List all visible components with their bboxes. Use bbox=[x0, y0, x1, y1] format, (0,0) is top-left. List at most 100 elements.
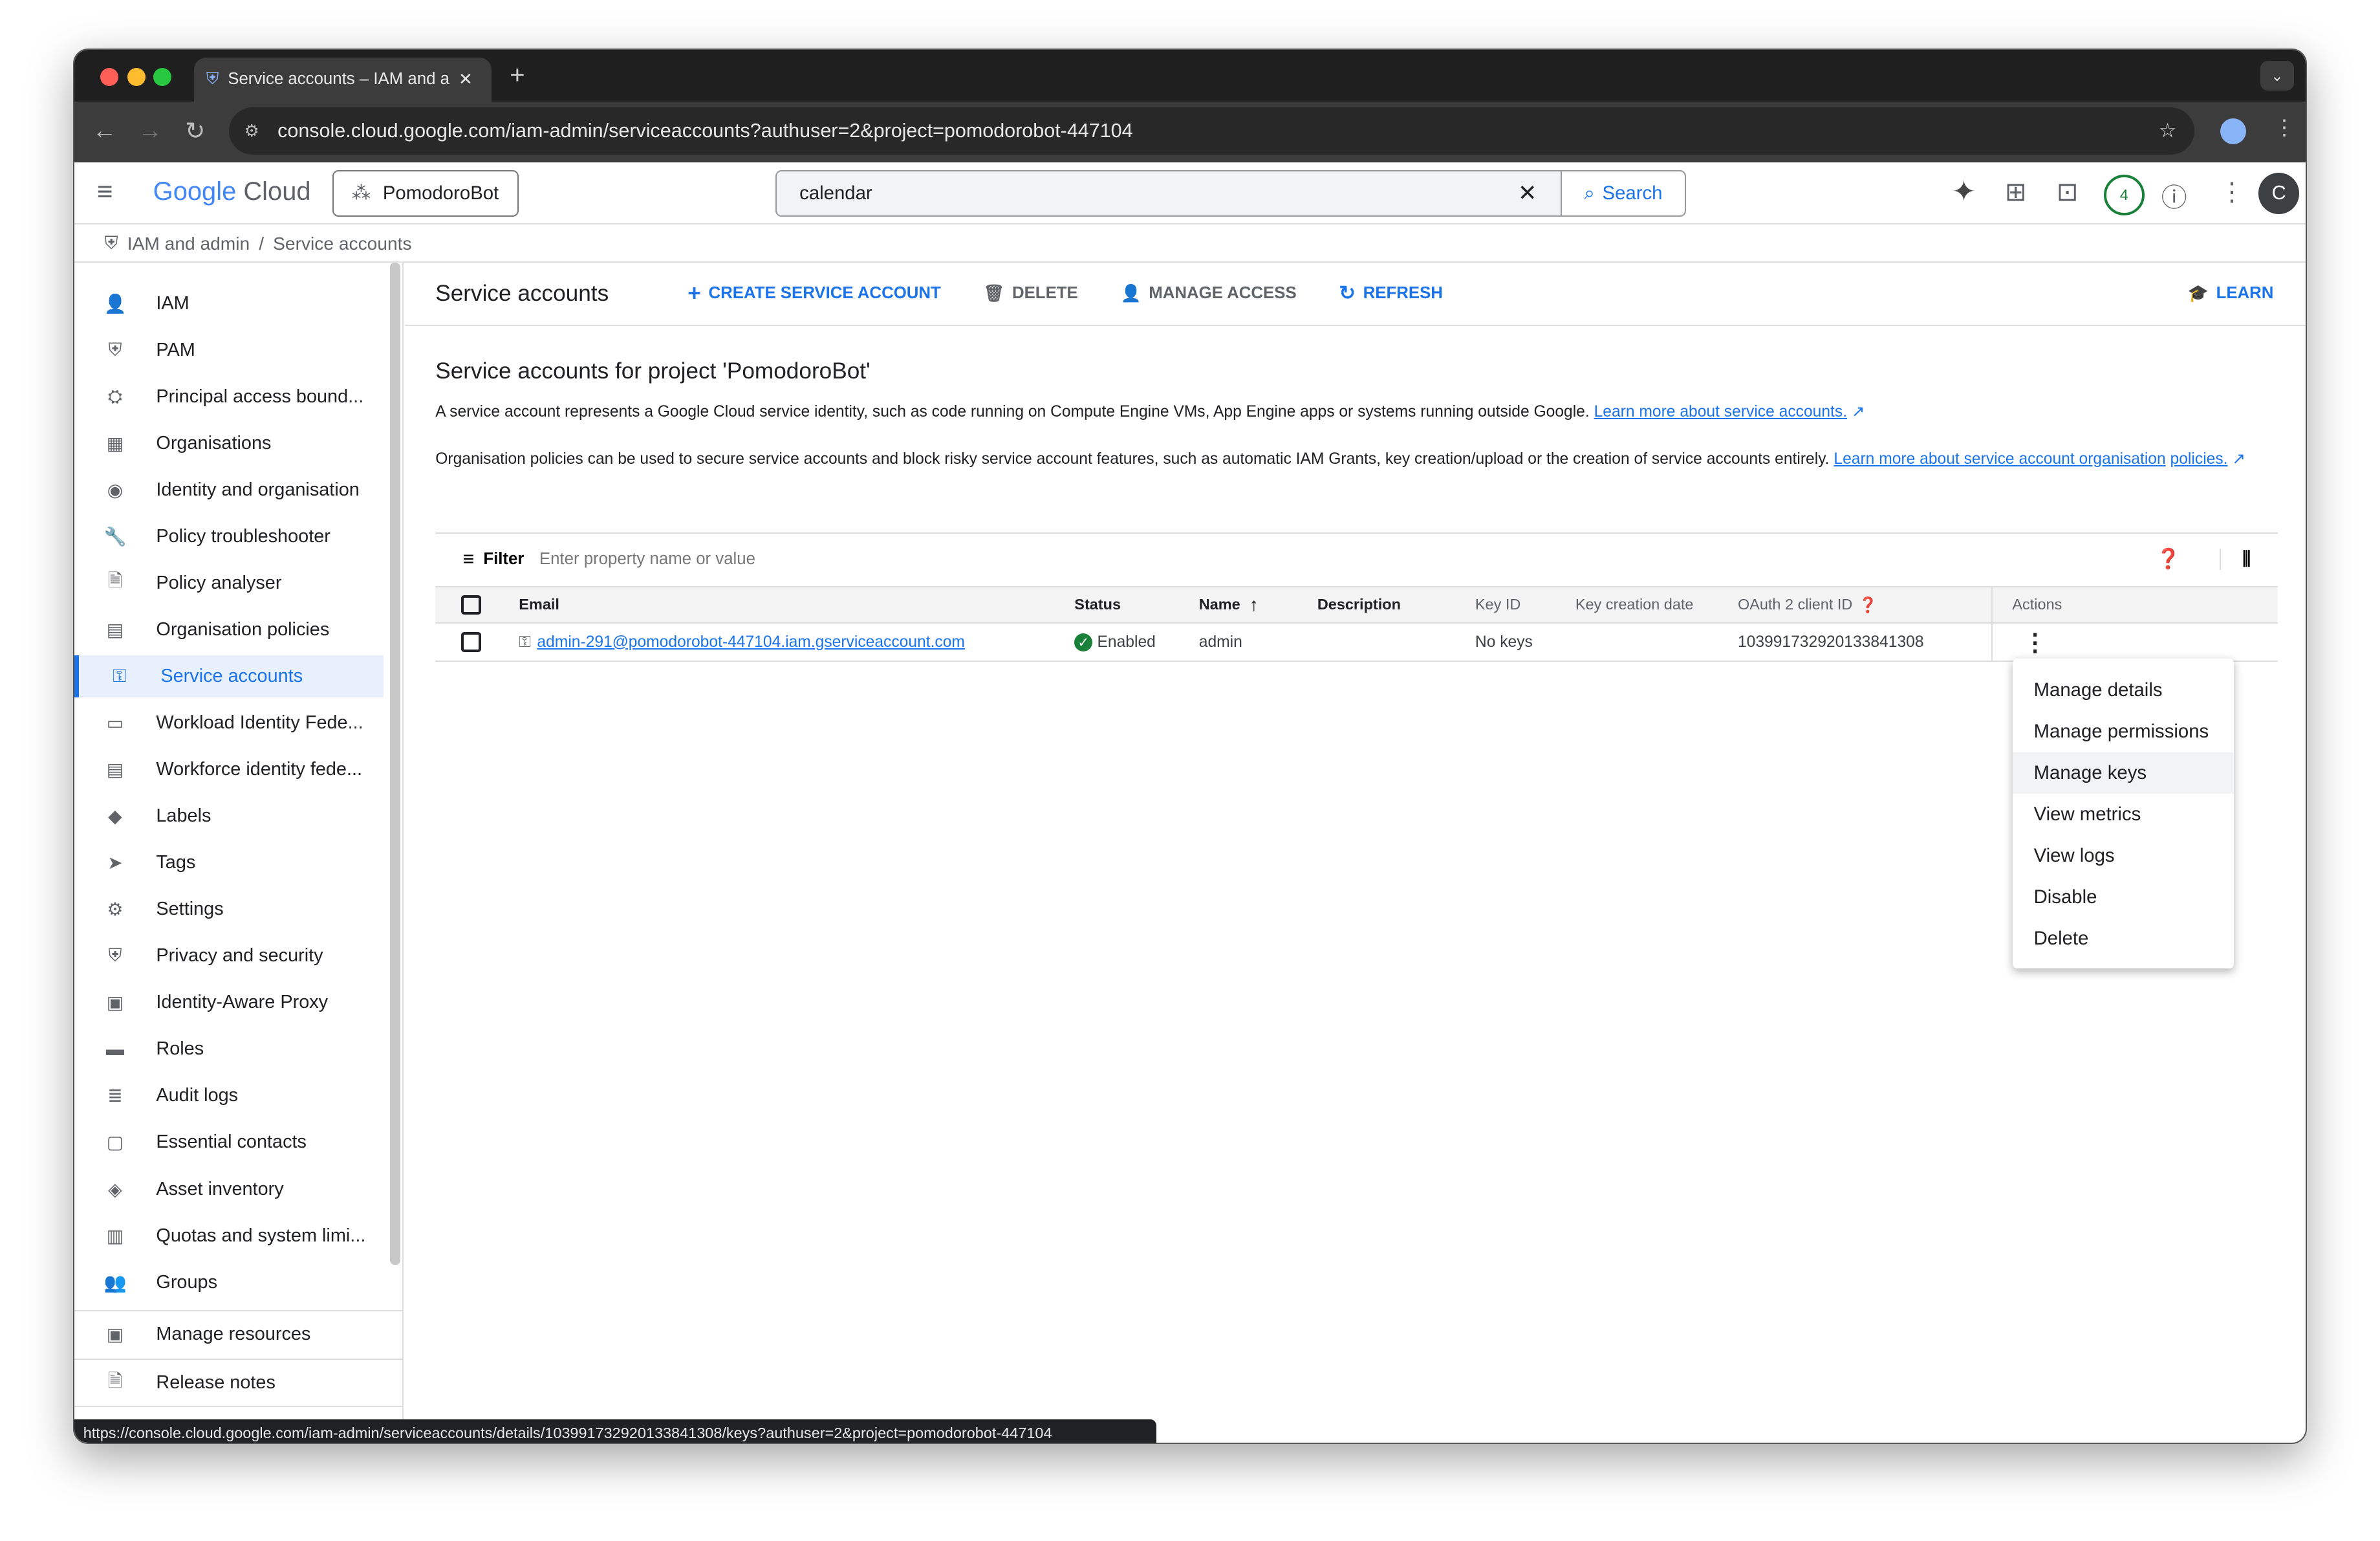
refresh-button[interactable]: ↻ REFRESH bbox=[1339, 282, 1443, 305]
manage-resources-item[interactable]: ▣ Manage resources bbox=[74, 1310, 404, 1357]
release-notes-item[interactable]: 🗎 Release notes bbox=[74, 1359, 404, 1406]
avatar[interactable]: C bbox=[2258, 173, 2300, 214]
sidebar-item-labels[interactable]: ◆ Labels bbox=[74, 795, 384, 838]
sidebar-item-policy-troubleshooter[interactable]: 🔧 Policy troubleshooter bbox=[74, 515, 384, 558]
sidebar-item-roles[interactable]: ▬ Roles bbox=[74, 1028, 384, 1071]
sidebar-item-organisation-policies[interactable]: ▤ Organisation policies bbox=[74, 609, 384, 651]
delete-button[interactable]: 🗑 DELETE bbox=[983, 284, 1077, 303]
forward-button[interactable]: → bbox=[138, 116, 162, 144]
gift-icon[interactable]: ⊞ bbox=[2005, 177, 2026, 207]
sidebar-item-groups[interactable]: 👥 Groups bbox=[74, 1261, 384, 1304]
close-tab-icon[interactable]: ✕ bbox=[459, 70, 473, 89]
column-name-label: Name bbox=[1198, 596, 1240, 613]
sidebar-item-audit-logs[interactable]: ≣ Audit logs bbox=[74, 1075, 384, 1117]
search-button[interactable]: ⌕ Search bbox=[1560, 171, 1685, 216]
hat-icon: ▬ bbox=[105, 1038, 125, 1059]
sidebar-item-workforce-identity-fede[interactable]: ▤ Workforce identity fede... bbox=[74, 749, 384, 791]
sidebar-item-identity-and-organisation[interactable]: ◉ Identity and organisation bbox=[74, 468, 384, 511]
sidebar-item-iam[interactable]: 👤 IAM bbox=[74, 282, 384, 325]
more-options-icon[interactable]: ⋮ bbox=[2219, 177, 2245, 207]
bookmark-star-icon[interactable]: ☆ bbox=[2159, 120, 2176, 142]
tab-search-button[interactable]: ⌄ bbox=[2260, 60, 2294, 91]
search-input[interactable]: calendar bbox=[777, 182, 1518, 204]
select-all-checkbox[interactable] bbox=[461, 595, 481, 615]
list-icon: ▤ bbox=[106, 760, 124, 780]
column-status[interactable]: Status bbox=[1074, 587, 1121, 623]
menu-item-delete[interactable]: Delete bbox=[2013, 918, 2234, 959]
name-cell: admin bbox=[1198, 633, 1242, 651]
site-info-icon[interactable]: ⚙ bbox=[244, 122, 259, 141]
menu-item-view-metrics[interactable]: View metrics bbox=[2013, 794, 2234, 835]
sidebar-item-identity-aware-proxy[interactable]: ▣ Identity-Aware Proxy bbox=[74, 981, 384, 1024]
create-service-account-button[interactable]: + CREATE SERVICE ACCOUNT bbox=[687, 281, 941, 307]
breadcrumb-iam-admin[interactable]: IAM and admin bbox=[127, 234, 250, 254]
manage-access-button[interactable]: 👤 MANAGE ACCESS bbox=[1120, 284, 1296, 303]
sidebar-item-essential-contacts[interactable]: ▢ Essential contacts bbox=[74, 1121, 384, 1164]
menu-item-manage-keys[interactable]: Manage keys bbox=[2012, 752, 2234, 794]
menu-item-view-logs[interactable]: View logs bbox=[2013, 835, 2234, 877]
url-text: console.cloud.google.com/iam-admin/servi… bbox=[277, 120, 1133, 142]
sidebar-item-principal-access-bound[interactable]: ⛭ Principal access bound... bbox=[74, 375, 384, 418]
hamburger-menu-icon[interactable]: ≡ bbox=[97, 176, 113, 207]
description-2-text: Organisation policies can be used to sec… bbox=[435, 450, 1830, 468]
clear-search-icon[interactable]: ✕ bbox=[1518, 180, 1561, 206]
learn-more-org-policies-link-cont[interactable]: policies. bbox=[2170, 450, 2228, 468]
google-cloud-logo[interactable]: Google Cloud bbox=[153, 177, 311, 206]
column-description[interactable]: Description bbox=[1317, 587, 1401, 623]
sidebar-item-label: Identity and organisation bbox=[156, 479, 360, 500]
close-window-button[interactable] bbox=[100, 68, 118, 87]
learn-button[interactable]: 🎓 LEARN bbox=[2188, 284, 2274, 303]
sidebar-item-asset-inventory[interactable]: ◈ Asset inventory bbox=[74, 1168, 384, 1210]
sidebar-item-quotas-and-system-limi[interactable]: ▥ Quotas and system limi... bbox=[74, 1214, 384, 1257]
sidebar-item-tags[interactable]: ➤ Tags bbox=[74, 842, 384, 884]
notifications-badge[interactable]: 4 bbox=[2103, 174, 2145, 215]
menu-item-manage-permissions[interactable]: Manage permissions bbox=[2013, 711, 2234, 752]
sidebar-item-organisations[interactable]: ▦ Organisations bbox=[74, 422, 384, 464]
sidebar: 👤 IAM ⛨ PAM ⛭ Principal access bound... ▦ Organ… bbox=[74, 262, 404, 1443]
account-circle-icon: ◉ bbox=[107, 479, 124, 500]
menu-item-manage-details[interactable]: Manage details bbox=[2013, 670, 2234, 711]
back-button[interactable]: ← bbox=[92, 116, 117, 144]
maximize-window-button[interactable] bbox=[153, 68, 171, 87]
cloud-shell-icon[interactable]: ⊡ bbox=[2057, 177, 2078, 207]
url-bar[interactable]: ⚙ console.cloud.google.com/iam-admin/ser… bbox=[229, 107, 2195, 155]
learn-more-service-accounts-link[interactable]: Learn more about service accounts. bbox=[1594, 403, 1847, 421]
sidebar-item-settings[interactable]: ⚙ Settings bbox=[74, 888, 384, 931]
reload-button[interactable]: ↻ bbox=[185, 116, 205, 145]
row-checkbox[interactable] bbox=[461, 632, 481, 652]
row-actions-menu-button[interactable]: ⋮ bbox=[1991, 624, 2047, 661]
actions-menu: Manage details Manage permissions Manage k… bbox=[2012, 659, 2234, 969]
sidebar-item-label: Privacy and security bbox=[156, 945, 323, 967]
service-account-email-link[interactable]: admin-291@pomodorobot-447104.iam.gservic… bbox=[537, 633, 965, 651]
minimize-window-button[interactable] bbox=[127, 68, 146, 87]
sidebar-item-label: Workforce identity fede... bbox=[156, 759, 363, 780]
gemini-sparkle-icon[interactable]: ✦ bbox=[1952, 175, 1976, 208]
column-email[interactable]: Email bbox=[519, 587, 559, 623]
new-tab-button[interactable]: + bbox=[510, 61, 525, 90]
logo-google: Google bbox=[153, 177, 237, 206]
section-heading: Service accounts for project 'PomodoroBo… bbox=[435, 358, 871, 384]
sidebar-item-pam[interactable]: ⛨ PAM bbox=[74, 329, 384, 371]
sidebar-item-policy-analyser[interactable]: 🗎 Policy analyser bbox=[74, 562, 384, 605]
learn-more-org-policies-link[interactable]: Learn more about service account organis… bbox=[1834, 450, 2165, 468]
menu-item-disable[interactable]: Disable bbox=[2013, 877, 2234, 918]
column-display-options-icon[interactable]: ⫼ bbox=[2220, 548, 2251, 570]
sidebar-scrollbar[interactable] bbox=[389, 262, 401, 1265]
list-icon: ▤ bbox=[106, 619, 124, 640]
browser-menu-icon[interactable]: ⋮ bbox=[2273, 115, 2295, 140]
search-box[interactable]: calendar ✕ ⌕ Search bbox=[775, 169, 1687, 217]
help-icon[interactable]: ❓ bbox=[2156, 548, 2180, 571]
help-icon[interactable]: ⓘ bbox=[2161, 177, 2187, 214]
extension-icon[interactable] bbox=[2220, 118, 2247, 144]
sidebar-item-service-accounts[interactable]: ⚿ Service accounts bbox=[74, 655, 384, 698]
browser-tab[interactable]: ⛨ Service accounts – IAM and a ✕ bbox=[194, 57, 492, 102]
sidebar-item-privacy-and-security[interactable]: ⛨ Privacy and security bbox=[74, 935, 384, 978]
filter-input[interactable]: Enter property name or value bbox=[539, 550, 2156, 569]
sidebar-item-workload-identity-fede[interactable]: ▭ Workload Identity Fede... bbox=[74, 702, 384, 745]
project-picker-button[interactable]: ⁂ PomodoroBot bbox=[332, 169, 519, 217]
building-icon: ▦ bbox=[106, 433, 124, 454]
help-icon[interactable]: ❓ bbox=[1859, 596, 1877, 614]
column-name[interactable]: Name ↑ bbox=[1199, 587, 1259, 623]
plus-icon: + bbox=[687, 280, 701, 306]
oauth-client-id-cell: 103991732920133841308 bbox=[1737, 633, 1924, 651]
